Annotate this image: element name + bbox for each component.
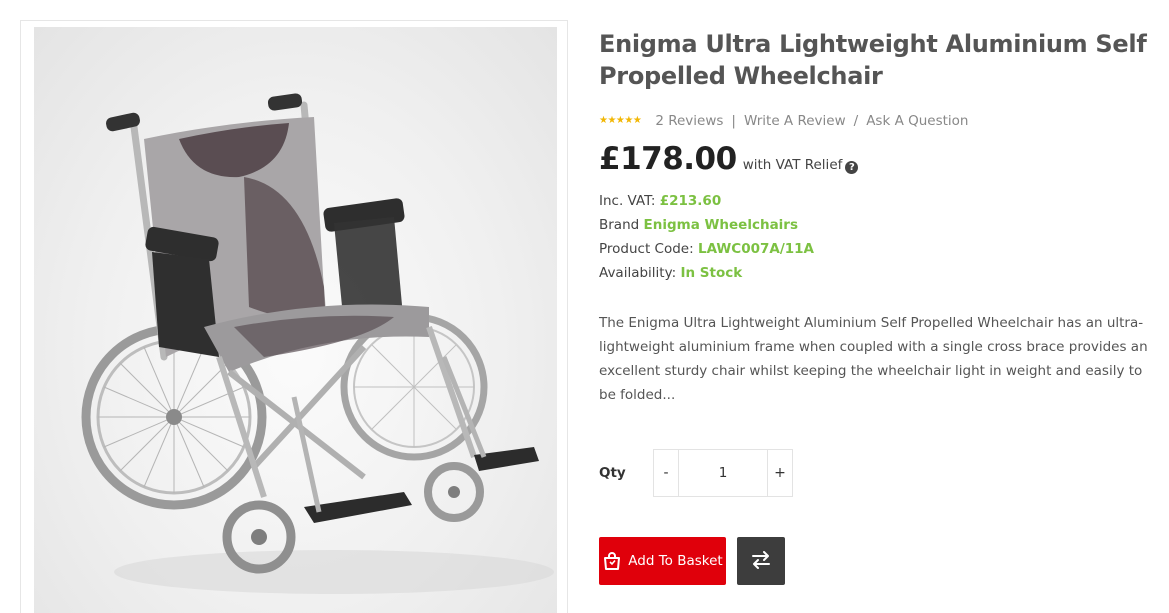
brand-label: Brand bbox=[599, 217, 640, 233]
product-meta: Inc. VAT: £213.60 Brand Enigma Wheelchai… bbox=[599, 189, 1159, 285]
product-code-value: LAWC007A/11A bbox=[697, 241, 815, 257]
product-image[interactable] bbox=[34, 27, 557, 613]
quantity-input[interactable] bbox=[678, 450, 768, 496]
reviews-link[interactable]: 2 Reviews bbox=[655, 113, 723, 129]
product-image-panel bbox=[20, 20, 568, 613]
help-icon[interactable]: ? bbox=[845, 161, 859, 174]
quantity-increment-button[interactable]: + bbox=[768, 450, 792, 496]
inc-vat-value: £213.60 bbox=[659, 193, 722, 209]
availability-line: Availability: In Stock bbox=[599, 261, 1159, 285]
ask-question-link[interactable]: Ask A Question bbox=[866, 113, 968, 129]
vat-relief-note: with VAT Relief? bbox=[742, 157, 859, 174]
product-code-line: Product Code: LAWC007A/11A bbox=[599, 237, 1159, 261]
separator: / bbox=[853, 113, 859, 129]
wheelchair-illustration bbox=[81, 93, 554, 594]
inc-vat-line: Inc. VAT: £213.60 bbox=[599, 189, 1159, 213]
price-row: £178.00 with VAT Relief? bbox=[599, 141, 1159, 177]
brand-line: Brand Enigma Wheelchairs bbox=[599, 213, 1159, 237]
product-info: Enigma Ultra Lightweight Aluminium Self … bbox=[599, 28, 1159, 585]
separator: | bbox=[731, 113, 736, 129]
basket-icon bbox=[602, 551, 622, 571]
inc-vat-label: Inc. VAT: bbox=[599, 193, 656, 209]
brand-link[interactable]: Enigma Wheelchairs bbox=[644, 217, 799, 233]
quantity-stepper: - + bbox=[653, 449, 793, 497]
product-description: The Enigma Ultra Lightweight Aluminium S… bbox=[599, 315, 1148, 403]
rating-row: ★★★★★ 2 Reviews | Write A Review / Ask A… bbox=[599, 111, 1159, 131]
compare-button[interactable] bbox=[737, 537, 785, 585]
price: £178.00 bbox=[599, 141, 737, 177]
product-page: Enigma Ultra Lightweight Aluminium Self … bbox=[0, 0, 1169, 613]
compare-arrows-icon bbox=[751, 550, 771, 572]
availability-value: In Stock bbox=[680, 265, 743, 281]
product-title: Enigma Ultra Lightweight Aluminium Self … bbox=[599, 30, 1147, 90]
vat-relief-label: with VAT Relief bbox=[742, 157, 843, 173]
add-to-basket-button[interactable]: Add To Basket bbox=[599, 537, 726, 585]
add-to-basket-label: Add To Basket bbox=[628, 553, 723, 569]
quantity-label: Qty bbox=[599, 465, 626, 481]
quantity-decrement-button[interactable]: - bbox=[654, 450, 678, 496]
action-buttons: Add To Basket bbox=[599, 537, 785, 585]
write-review-link[interactable]: Write A Review bbox=[744, 113, 846, 129]
availability-label: Availability: bbox=[599, 265, 677, 281]
product-code-label: Product Code: bbox=[599, 241, 694, 257]
quantity-row: Qty - + bbox=[599, 449, 793, 497]
star-rating-icon: ★★★★★ bbox=[599, 115, 642, 126]
